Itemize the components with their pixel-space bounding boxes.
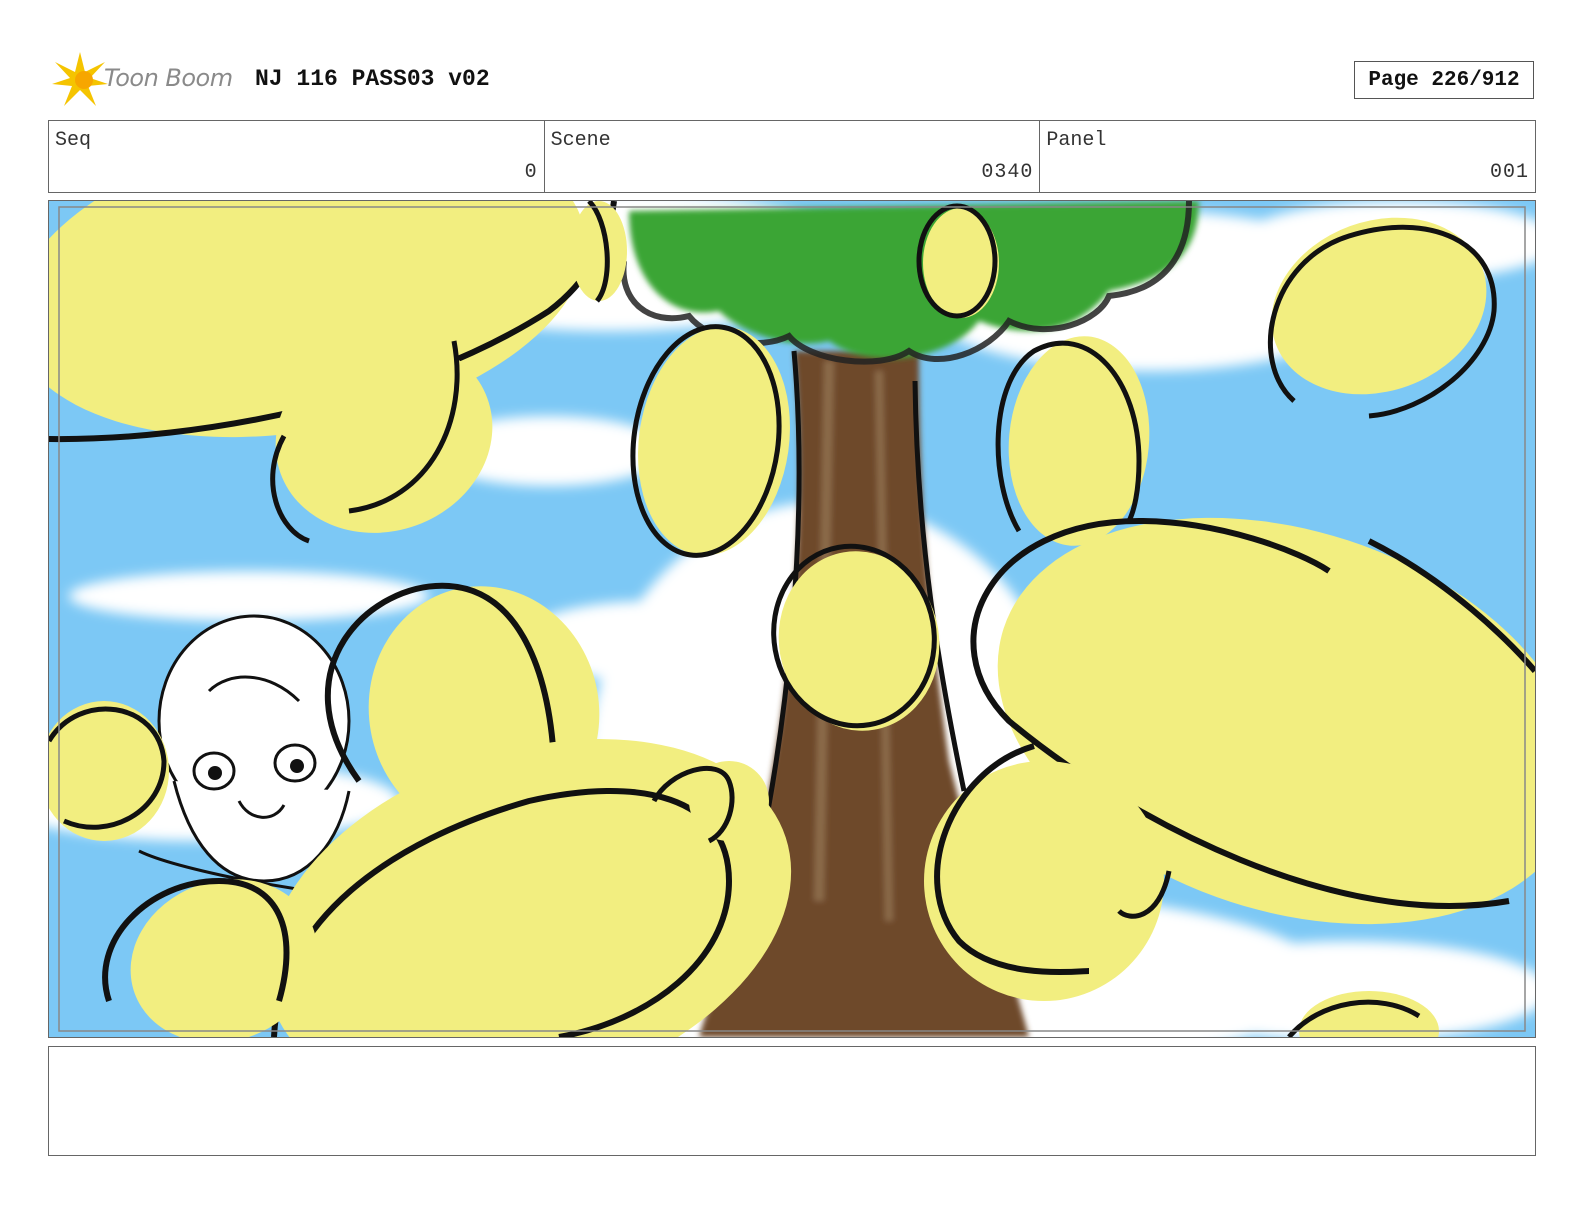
document-title: NJ 116 PASS03 v02 — [255, 66, 490, 92]
info-row: Seq 0 Scene 0340 Panel 001 — [48, 120, 1536, 193]
seq-value: 0 — [524, 161, 538, 184]
scene-cell: Scene 0340 — [545, 121, 1041, 192]
seq-label: Seq — [55, 129, 92, 152]
logo-text: Toon Boom — [104, 64, 233, 92]
scene-label: Scene — [550, 129, 611, 152]
page-number: Page 226/912 — [1354, 61, 1534, 99]
star-burst-icon — [52, 52, 108, 106]
scene-value: 0340 — [981, 161, 1034, 184]
panel-drawing — [49, 201, 1535, 1037]
toon-boom-logo: Toon Boom — [50, 50, 240, 110]
notes-box — [48, 1046, 1536, 1156]
panel-value: 001 — [1490, 161, 1530, 184]
panel-label: Panel — [1046, 129, 1107, 152]
seq-cell: Seq 0 — [49, 121, 545, 192]
storyboard-panel — [48, 200, 1536, 1038]
panel-cell: Panel 001 — [1040, 121, 1535, 192]
